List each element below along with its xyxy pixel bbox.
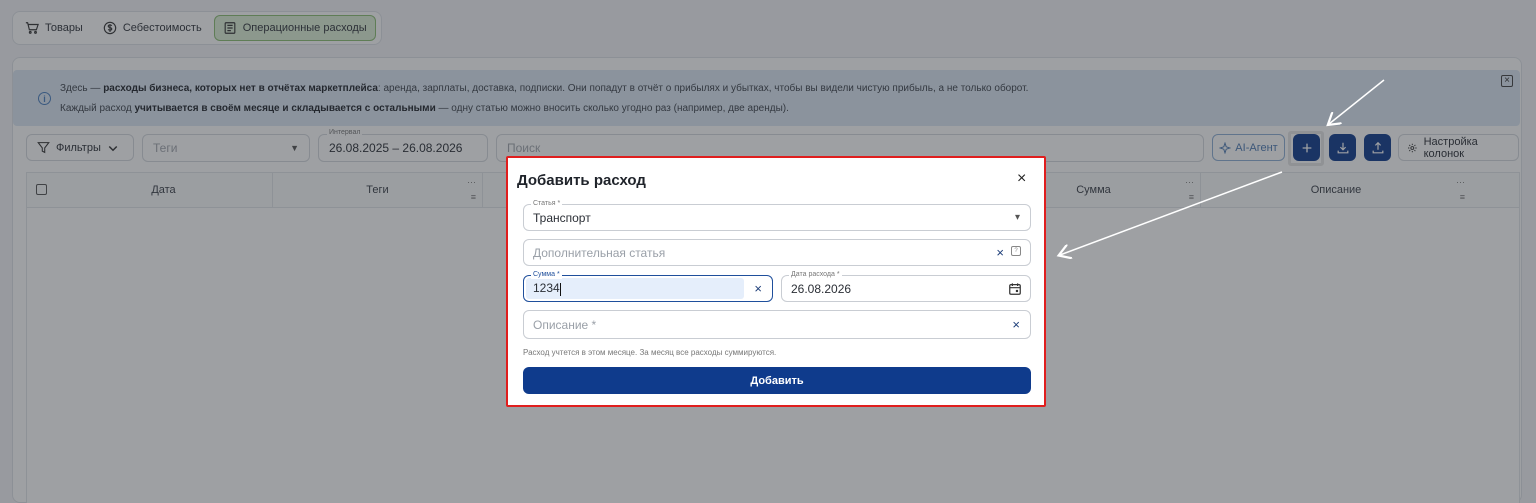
arrow-to-add-button [1329,79,1385,124]
arrow-to-modal [1060,171,1283,255]
annotation-arrows [0,79,1385,503]
